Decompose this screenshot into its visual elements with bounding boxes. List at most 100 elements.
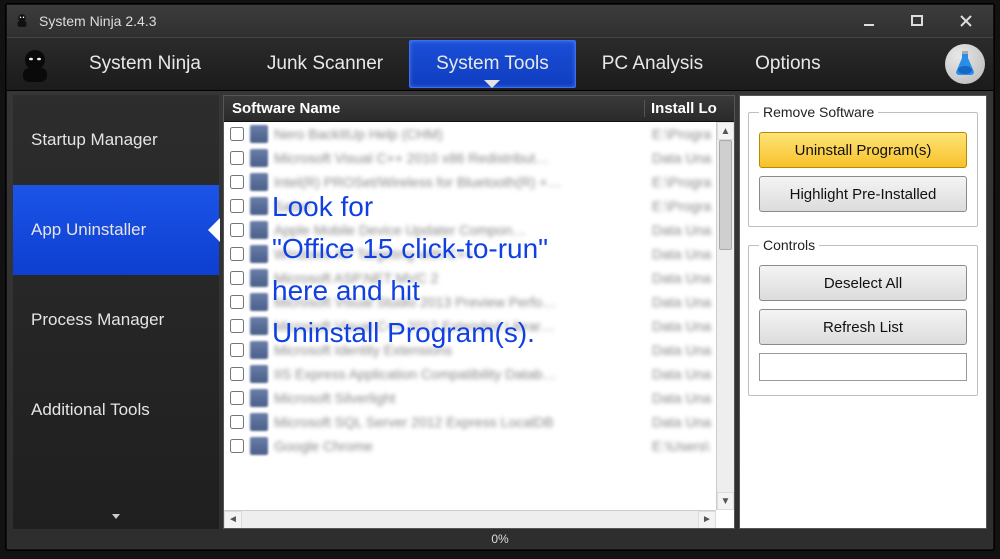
table-row[interactable]: Microsoft Identity ExtensionsData Una <box>224 338 734 362</box>
remove-software-legend: Remove Software <box>759 104 878 120</box>
table-row[interactable]: Google ChromeE:\Users\ <box>224 434 734 458</box>
scroll-down-icon[interactable]: ▼ <box>717 492 734 510</box>
scroll-up-icon[interactable]: ▲ <box>717 122 734 140</box>
scroll-thumb[interactable] <box>719 140 732 250</box>
table-row[interactable]: Intel(R) PROSet/Wireless for Bluetooth(R… <box>224 170 734 194</box>
deselect-all-button[interactable]: Deselect All <box>759 265 967 301</box>
row-checkbox[interactable] <box>230 247 244 261</box>
program-icon <box>250 197 268 215</box>
flask-icon[interactable] <box>945 44 985 84</box>
row-checkbox[interactable] <box>230 295 244 309</box>
sidebar-collapse-icon[interactable] <box>110 510 122 525</box>
nav-options[interactable]: Options <box>729 40 846 88</box>
row-name: IIS Express Application Compatibility Da… <box>274 366 652 382</box>
row-name: Microsoft Visual C++ 2010 x86 Redistribu… <box>274 150 652 166</box>
refresh-list-button[interactable]: Refresh List <box>759 309 967 345</box>
table-row[interactable]: IIS Express Application Compatibility Da… <box>224 362 734 386</box>
program-icon <box>250 221 268 239</box>
maximize-button[interactable] <box>905 13 931 29</box>
app-icon <box>13 12 31 30</box>
sidebar-item-process-manager[interactable]: Process Manager <box>13 275 219 365</box>
program-icon <box>250 149 268 167</box>
nav-junk-scanner[interactable]: Junk Scanner <box>241 40 409 88</box>
row-checkbox[interactable] <box>230 367 244 381</box>
list-body[interactable]: Nero BackItUp Help (CHM)E:\Progra Microso… <box>224 122 734 528</box>
row-name: Google Chrome <box>274 438 652 454</box>
column-install-location[interactable]: Install Lo <box>644 100 734 117</box>
app-window: System Ninja 2.4.3 System Ninja Junk Sca… <box>6 4 994 550</box>
row-name: Microsoft Silverlight <box>274 390 652 406</box>
nav-pc-analysis[interactable]: PC Analysis <box>576 40 729 88</box>
row-name: Apple Mobile Device Updater Compon… <box>274 222 652 238</box>
row-name: Nero BackItUp Help (CHM) <box>274 126 652 142</box>
close-button[interactable] <box>953 13 979 29</box>
uninstall-button[interactable]: Uninstall Program(s) <box>759 132 967 168</box>
row-name: Microsoft Visual C++ 2012 Extended Libra… <box>274 318 652 334</box>
vertical-scrollbar[interactable]: ▲ ▼ <box>716 122 734 510</box>
highlight-preinstalled-button[interactable]: Highlight Pre-Installed <box>759 176 967 212</box>
table-row[interactable]: SafariE:\Progra <box>224 194 734 218</box>
titlebar[interactable]: System Ninja 2.4.3 <box>7 5 993 37</box>
sidebar-item-app-uninstaller[interactable]: App Uninstaller <box>13 185 219 275</box>
table-row[interactable]: Microsoft SilverlightData Una <box>224 386 734 410</box>
program-icon <box>250 293 268 311</box>
program-icon <box>250 125 268 143</box>
scroll-right-icon[interactable]: ► <box>698 511 716 529</box>
program-icon <box>250 413 268 431</box>
row-checkbox[interactable] <box>230 319 244 333</box>
row-checkbox[interactable] <box>230 151 244 165</box>
sidebar-item-startup-manager[interactable]: Startup Manager <box>13 95 219 185</box>
column-software-name[interactable]: Software Name <box>224 100 644 117</box>
controls-group: Controls Deselect All Refresh List <box>748 237 978 396</box>
progress-label: 0% <box>491 532 508 546</box>
window-title: System Ninja 2.4.3 <box>39 13 157 29</box>
row-name: Microsoft Identity Extensions <box>274 342 652 358</box>
right-panel: Remove Software Uninstall Program(s) Hig… <box>739 95 987 529</box>
row-name: Microsoft Visual Studio 2013 Preview Per… <box>274 294 652 310</box>
scroll-left-icon[interactable]: ◄ <box>224 511 242 529</box>
table-row[interactable]: Apple Mobile Device Updater Compon…Data … <box>224 218 734 242</box>
program-icon <box>250 173 268 191</box>
status-bar: 0% <box>13 531 987 547</box>
table-row[interactable]: Nero BackItUp Help (CHM)E:\Progra <box>224 122 734 146</box>
table-row[interactable]: Microsoft Visual C++ 2012 Extended Libra… <box>224 314 734 338</box>
nav-system-tools[interactable]: System Tools <box>409 40 576 88</box>
row-checkbox[interactable] <box>230 127 244 141</box>
horizontal-scrollbar[interactable]: ◄ ► <box>224 510 716 528</box>
row-checkbox[interactable] <box>230 199 244 213</box>
row-name: Intel(R) PROSet/Wireless for Bluetooth(R… <box>274 174 652 190</box>
program-icon <box>250 365 268 383</box>
table-row[interactable]: Microsoft Visual Studio 2013 Preview Per… <box>224 290 734 314</box>
row-checkbox[interactable] <box>230 439 244 453</box>
row-name: Safari <box>274 198 652 214</box>
row-checkbox[interactable] <box>230 343 244 357</box>
row-checkbox[interactable] <box>230 175 244 189</box>
program-icon <box>250 317 268 335</box>
row-checkbox[interactable] <box>230 391 244 405</box>
program-icon <box>250 269 268 287</box>
list-header[interactable]: Software Name Install Lo <box>224 96 734 122</box>
controls-legend: Controls <box>759 237 819 253</box>
sidebar-item-additional-tools[interactable]: Additional Tools <box>13 365 219 455</box>
program-icon <box>250 389 268 407</box>
top-nav: System Ninja Junk Scanner System Tools P… <box>7 37 993 91</box>
row-name: Windows XP Targeting with C++ <box>274 246 652 262</box>
table-row[interactable]: Microsoft ASP.NET MVC 2Data Una <box>224 266 734 290</box>
filter-input[interactable] <box>759 353 967 381</box>
remove-software-group: Remove Software Uninstall Program(s) Hig… <box>748 104 978 227</box>
table-row[interactable]: Microsoft SQL Server 2012 Express LocalD… <box>224 410 734 434</box>
minimize-button[interactable] <box>857 13 883 29</box>
software-list: Software Name Install Lo Nero BackItUp H… <box>223 95 735 529</box>
program-icon <box>250 437 268 455</box>
program-icon <box>250 341 268 359</box>
row-checkbox[interactable] <box>230 415 244 429</box>
ninja-icon <box>15 44 55 84</box>
row-checkbox[interactable] <box>230 223 244 237</box>
table-row[interactable]: Windows XP Targeting with C++Data Una <box>224 242 734 266</box>
nav-brand[interactable]: System Ninja <box>63 40 227 88</box>
row-name: Microsoft ASP.NET MVC 2 <box>274 270 652 286</box>
table-row[interactable]: Microsoft Visual C++ 2010 x86 Redistribu… <box>224 146 734 170</box>
row-name: Microsoft SQL Server 2012 Express LocalD… <box>274 414 652 430</box>
program-icon <box>250 245 268 263</box>
row-checkbox[interactable] <box>230 271 244 285</box>
